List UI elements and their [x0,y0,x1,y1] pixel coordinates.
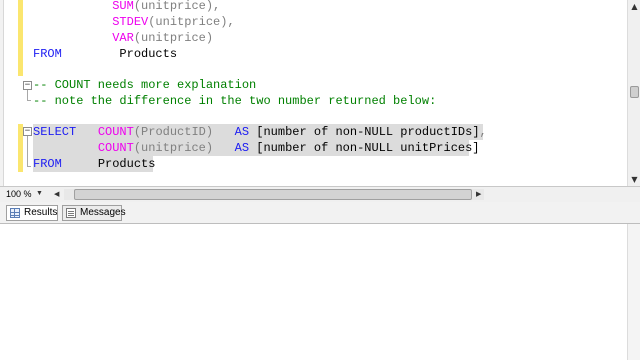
tab-label: Results [24,207,58,218]
outline-guide [27,136,28,167]
messages-icon [66,208,76,218]
code-line: FROM Products [33,157,156,171]
editor-status-strip: 100 % ▼ ◀ ▶ [0,186,640,202]
arrow-left-icon[interactable]: ◀ [54,190,59,198]
code-comment: -- note the difference in the two number… [33,94,437,108]
scroll-up-icon[interactable]: ▲ [628,0,640,13]
change-marker [18,0,23,76]
tab-label: Messages [80,207,126,218]
results-tab-bar: Results Messages [0,202,640,224]
editor-left-margin [0,0,4,186]
grid-icon [10,208,20,218]
chevron-down-icon[interactable]: ▼ [36,190,43,197]
scroll-down-icon[interactable]: ▼ [628,173,640,186]
code-line: COUNT(unitprice) AS [number of non-NULL … [97,141,480,155]
editor-vertical-scrollbar[interactable]: ▲ ▼ [627,0,640,186]
results-panel: Results Messages [0,202,640,360]
results-scrollbar[interactable] [627,224,640,360]
collapse-region-icon[interactable]: − [23,81,32,90]
code-line: SELECT COUNT(ProductID) AS [number of no… [33,125,487,139]
collapse-region-icon[interactable]: − [23,127,32,136]
code-line: SUM(unitprice), [112,0,221,13]
code-comment: -- COUNT needs more explanation [33,78,257,92]
tab-results[interactable]: Results [6,205,58,221]
code-line: VAR(unitprice) [112,31,214,45]
scrollbar-thumb[interactable] [630,86,639,98]
outline-guide [27,166,31,167]
code-line: FROM Products [33,47,178,61]
splitter-area [490,189,626,200]
arrow-right-icon[interactable]: ▶ [476,190,481,198]
tab-messages[interactable]: Messages [62,205,126,221]
zoom-level[interactable]: 100 % [6,189,32,199]
outline-guide [27,100,31,101]
query-editor[interactable]: − − SUM(unitprice), STDEV(unitprice), VA… [0,0,640,186]
horizontal-scrollbar-thumb[interactable] [74,189,472,200]
code-line: STDEV(unitprice), [112,15,235,29]
